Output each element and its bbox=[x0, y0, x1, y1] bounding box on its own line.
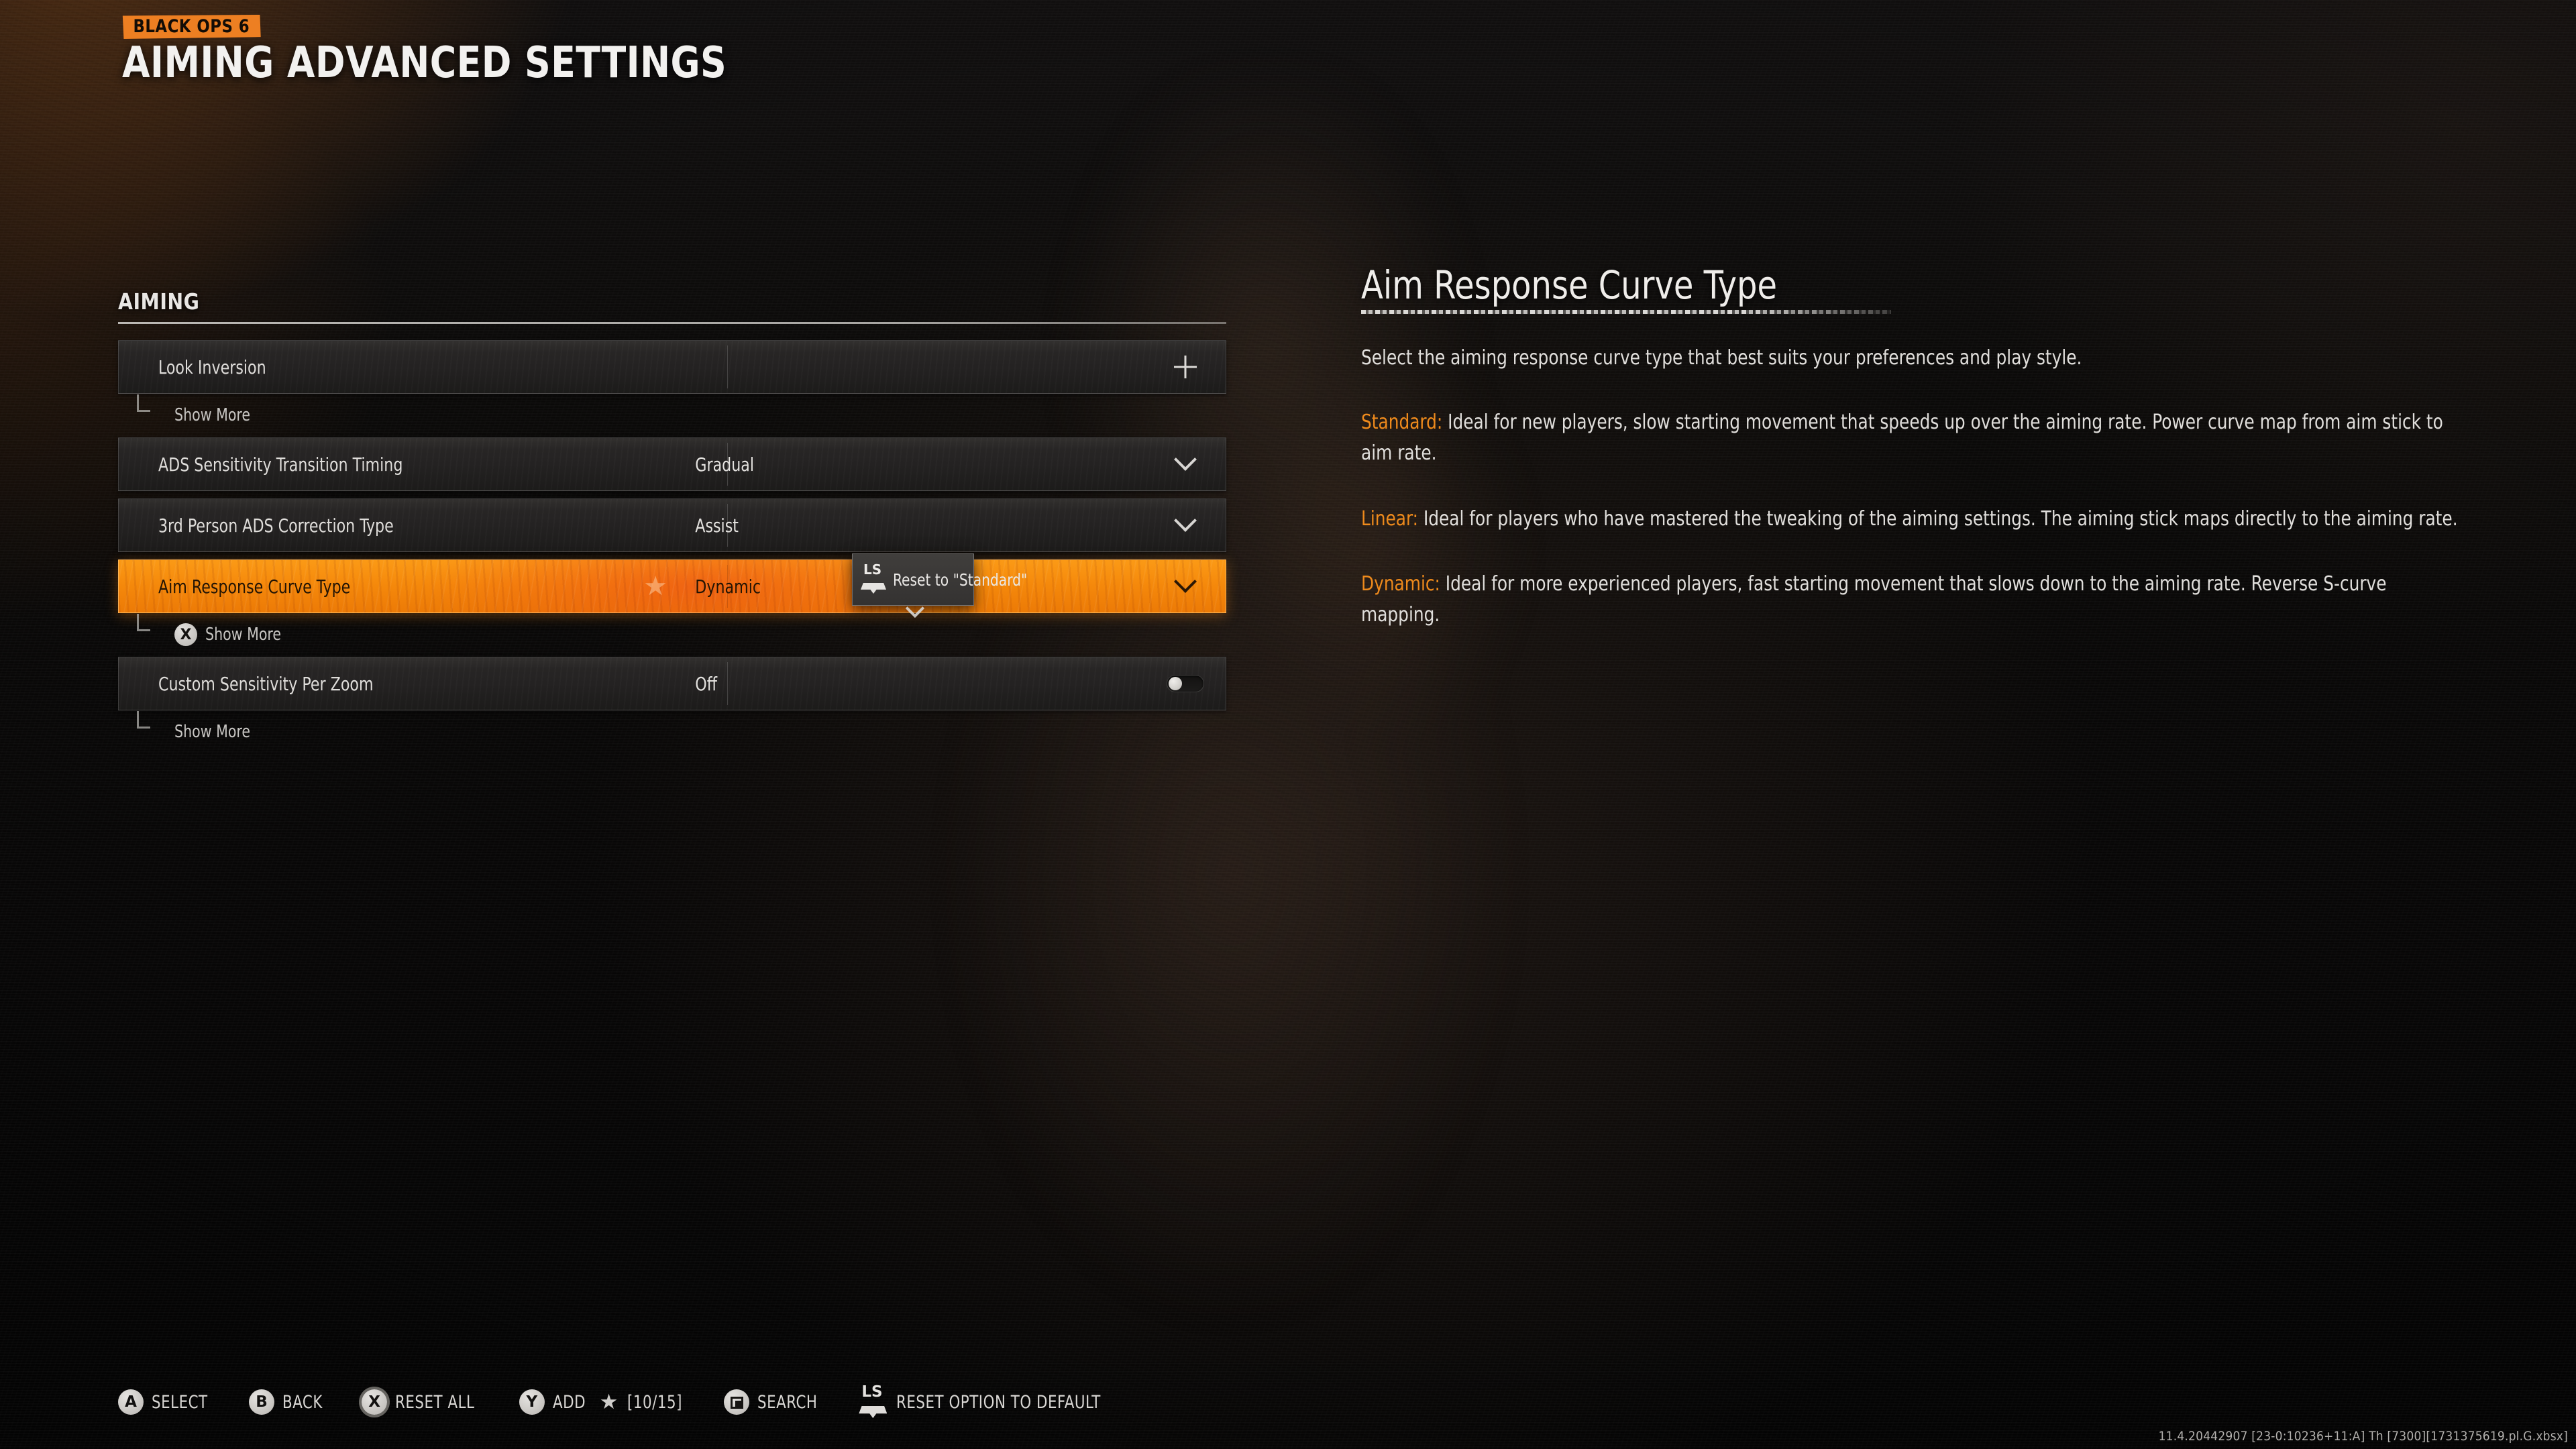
info-term-dynamic: Dynamic: bbox=[1361, 572, 1440, 596]
setting-row-custom-sensitivity-per-zoom[interactable]: Custom Sensitivity Per Zoom Off bbox=[118, 657, 1226, 710]
sub-item-show-more-look-inversion[interactable]: Show More bbox=[118, 394, 1226, 431]
chevron-down-icon[interactable] bbox=[1174, 508, 1197, 532]
a-button-icon: A bbox=[118, 1389, 144, 1415]
sub-item-show-more-custom-sensitivity-per-zoom[interactable]: Show More bbox=[118, 711, 1226, 747]
setting-value: Gradual bbox=[695, 453, 755, 476]
left-stick-button-icon: LS bbox=[859, 1385, 888, 1419]
left-stick-button-icon: LS bbox=[861, 563, 888, 596]
chevron-down-icon[interactable] bbox=[1174, 447, 1197, 471]
nav-label-search: SEARCH bbox=[757, 1391, 818, 1413]
info-text-dynamic: Ideal for more experienced players, fast… bbox=[1361, 572, 2387, 627]
row-divider bbox=[727, 345, 728, 388]
nav-item-reset-all[interactable]: X RESET ALL bbox=[362, 1389, 486, 1415]
info-text-linear: Ideal for players who have mastered the … bbox=[1418, 506, 2458, 531]
toggle-knob bbox=[1169, 677, 1182, 690]
x-button-badge-icon[interactable]: X bbox=[174, 623, 197, 646]
info-term-standard: Standard: bbox=[1361, 411, 1443, 435]
section-divider bbox=[118, 322, 1226, 324]
left-stick-label: LS bbox=[863, 561, 882, 578]
sub-item-label: Show More bbox=[174, 405, 251, 425]
build-version-string: 11.4.20442907 [23-0:10236+11:A] Th [7300… bbox=[2158, 1429, 2568, 1444]
page-title: AIMING ADVANCED SETTINGS bbox=[122, 38, 727, 88]
sub-item-label: Show More bbox=[174, 722, 251, 742]
setting-value: Assist bbox=[695, 514, 739, 537]
favorite-count: [10/15] bbox=[627, 1391, 683, 1413]
info-paragraph-standard: Standard: Ideal for new players, slow st… bbox=[1361, 407, 2466, 468]
setting-row-3rd-person-ads-correction-type[interactable]: 3rd Person ADS Correction Type Assist bbox=[118, 498, 1226, 552]
setting-label: ADS Sensitivity Transition Timing bbox=[158, 453, 403, 476]
sub-item-show-more-aim-response-curve-type[interactable]: X Show More bbox=[118, 614, 1226, 650]
nav-label-reset-option: RESET OPTION TO DEFAULT bbox=[896, 1391, 1102, 1413]
nav-item-add-favorite[interactable]: Y ADD ★ [10/15] bbox=[519, 1389, 690, 1415]
bottom-nav-bar: A SELECT B BACK X RESET ALL Y ADD ★ [10/… bbox=[118, 1385, 1129, 1419]
setting-label: Custom Sensitivity Per Zoom bbox=[158, 672, 374, 695]
info-panel: Aim Response Curve Type Select the aimin… bbox=[1361, 265, 2475, 630]
nav-label-back: BACK bbox=[282, 1391, 323, 1413]
x-button-icon: X bbox=[362, 1389, 388, 1415]
nav-label-select: SELECT bbox=[152, 1391, 208, 1413]
black-ops-logo-badge: BLACK OPS 6 bbox=[122, 15, 261, 39]
tree-connector-icon bbox=[137, 394, 150, 412]
nav-item-back[interactable]: B BACK bbox=[249, 1389, 328, 1415]
section-header-aiming: AIMING bbox=[118, 288, 200, 315]
expand-control[interactable] bbox=[1145, 341, 1226, 393]
game-settings-screen: BLACK OPS 6 AIMING ADVANCED SETTINGS AIM… bbox=[0, 0, 2576, 1449]
info-paragraph-dynamic: Dynamic: Ideal for more experienced play… bbox=[1361, 569, 2466, 630]
page-header: BLACK OPS 6 AIMING ADVANCED SETTINGS bbox=[122, 15, 842, 85]
setting-label: Aim Response Curve Type bbox=[158, 575, 351, 598]
setting-value: Off bbox=[695, 672, 718, 695]
info-panel-title: Aim Response Curve Type bbox=[1361, 262, 1778, 308]
dropdown-control[interactable] bbox=[1145, 560, 1226, 612]
left-stick-shape-icon bbox=[859, 1406, 888, 1418]
nav-label-reset-all: RESET ALL bbox=[395, 1391, 475, 1413]
star-icon: ★ bbox=[599, 1390, 619, 1413]
info-panel-intro: Select the aiming response curve type th… bbox=[1361, 345, 2082, 370]
toggle-switch-off[interactable] bbox=[1167, 675, 1204, 692]
plus-icon[interactable] bbox=[1174, 356, 1197, 378]
reset-tooltip-label: Reset to "Standard" bbox=[893, 570, 1028, 590]
setting-row-aim-response-curve-type[interactable]: ★ Aim Response Curve Type Dynamic bbox=[118, 559, 1226, 613]
settings-column: AIMING Look Inversion Show More ADS Sens… bbox=[118, 288, 1226, 754]
dropdown-control[interactable] bbox=[1145, 499, 1226, 551]
chevron-down-icon[interactable] bbox=[1174, 570, 1197, 593]
reset-to-standard-tooltip[interactable]: LS Reset to "Standard" bbox=[852, 553, 1027, 619]
left-stick-label: LS bbox=[861, 1383, 883, 1401]
nav-item-reset-option-to-default[interactable]: LS RESET OPTION TO DEFAULT bbox=[859, 1385, 1128, 1419]
settings-rows-list: Look Inversion Show More ADS Sensitivity… bbox=[118, 340, 1226, 747]
sub-item-label: Show More bbox=[205, 625, 282, 645]
b-button-icon: B bbox=[249, 1389, 275, 1415]
y-button-icon: Y bbox=[519, 1389, 545, 1415]
info-text-standard: Ideal for new players, slow starting mov… bbox=[1361, 411, 2443, 465]
left-stick-shape-icon bbox=[861, 583, 886, 594]
nav-label-add: ADD bbox=[552, 1391, 586, 1413]
tree-connector-icon bbox=[137, 614, 150, 631]
info-term-linear: Linear: bbox=[1361, 506, 1419, 531]
setting-row-look-inversion[interactable]: Look Inversion bbox=[118, 340, 1226, 394]
info-paragraph-linear: Linear: Ideal for players who have maste… bbox=[1361, 504, 2466, 535]
nav-item-search[interactable]: SEARCH bbox=[723, 1389, 826, 1415]
tree-connector-icon bbox=[137, 711, 150, 729]
setting-row-ads-sensitivity-transition-timing[interactable]: ADS Sensitivity Transition Timing Gradua… bbox=[118, 437, 1226, 491]
setting-label: 3rd Person ADS Correction Type bbox=[158, 514, 394, 537]
dropdown-control[interactable] bbox=[1145, 438, 1226, 490]
black-ops-logo-text: BLACK OPS 6 bbox=[133, 16, 250, 37]
toggle-control[interactable] bbox=[1145, 657, 1226, 710]
nav-item-select[interactable]: A SELECT bbox=[118, 1389, 215, 1415]
search-icon bbox=[723, 1389, 749, 1415]
info-panel-title-underline bbox=[1361, 309, 1891, 314]
setting-label: Look Inversion bbox=[158, 356, 266, 378]
